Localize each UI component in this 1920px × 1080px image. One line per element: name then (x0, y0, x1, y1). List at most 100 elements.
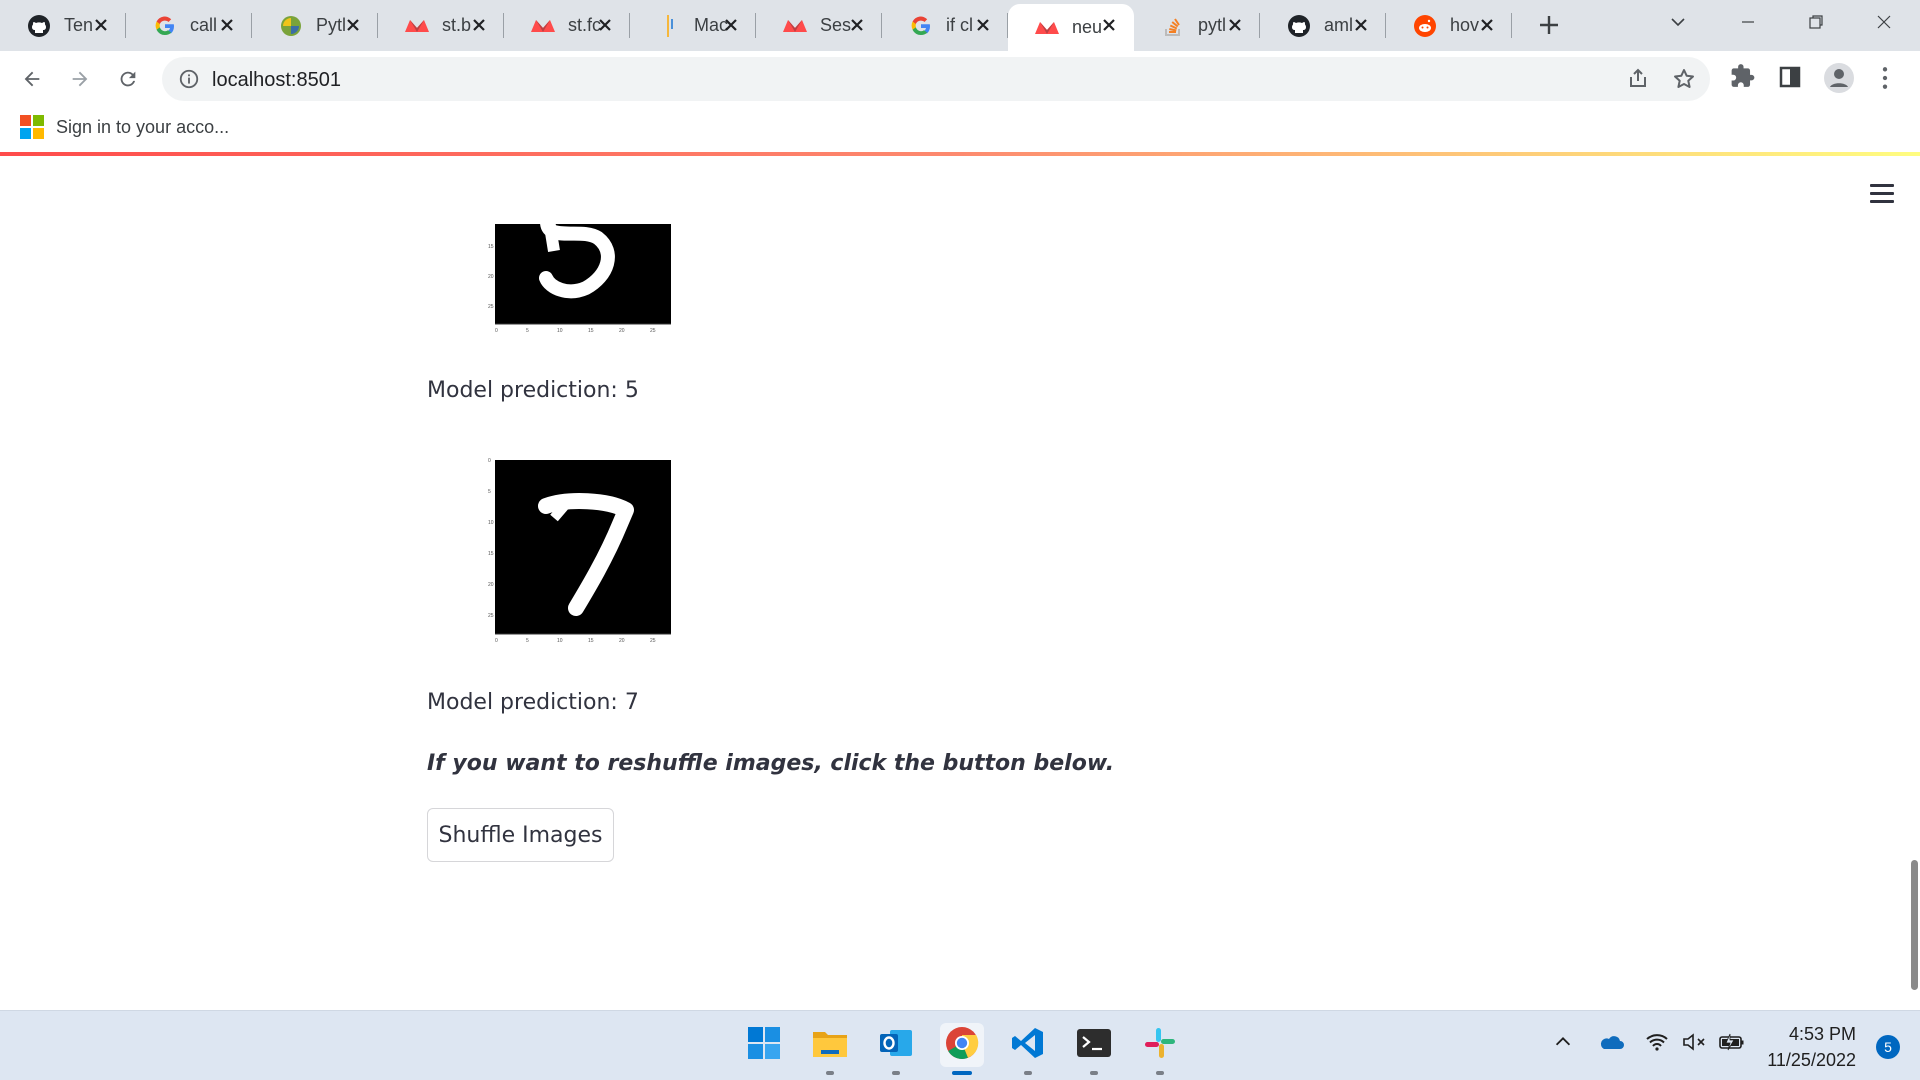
main-menu-icon[interactable] (1870, 184, 1896, 204)
restore-icon[interactable] (1786, 0, 1846, 44)
bookmark-icon (656, 13, 682, 39)
share-icon[interactable] (1626, 67, 1650, 96)
running-indicator (1024, 1071, 1032, 1075)
browser-tab[interactable]: Ten (0, 0, 126, 51)
battery-charging-icon[interactable] (1718, 1031, 1746, 1058)
close-tab-icon[interactable] (972, 14, 994, 36)
slack-taskbar-button[interactable] (1138, 1023, 1182, 1075)
vscode-taskbar-button[interactable] (1006, 1023, 1050, 1075)
new-tab-plus-icon[interactable] (1536, 12, 1562, 38)
arrow-right-icon (72, 71, 88, 87)
windows-start-taskbar-button[interactable] (742, 1023, 786, 1067)
y-tick-label: 0 (488, 458, 491, 464)
vscode-icon (1011, 1026, 1045, 1065)
url-text[interactable]: localhost:8501 (212, 69, 341, 92)
bookmarks-bar: Sign in to your acco... (0, 107, 1920, 152)
browser-tab[interactable]: Mac (630, 0, 756, 51)
github-icon (26, 13, 52, 39)
y-tick-label: 15 (488, 244, 494, 250)
browser-tab[interactable]: call (126, 0, 252, 51)
scrollbar-thumb[interactable] (1911, 860, 1918, 990)
clock-date: 11/25/2022 (1767, 1050, 1856, 1070)
streamlit-icon (530, 13, 556, 39)
microsoft-logo-icon (20, 115, 44, 139)
outlook-taskbar-button[interactable] (874, 1023, 918, 1075)
prediction-text-2: Model prediction: 7 (427, 690, 639, 715)
x-tick-label: 25 (650, 328, 656, 334)
reload-icon (120, 71, 136, 87)
close-tab-icon[interactable] (342, 14, 364, 36)
browser-tab[interactable]: neu (1008, 4, 1134, 51)
bookmark-sign-in[interactable]: Sign in to your acco... (20, 115, 229, 139)
extensions-icon[interactable] (1730, 63, 1756, 94)
running-indicator (952, 1071, 972, 1075)
close-tab-icon[interactable] (1224, 14, 1246, 36)
terminal-taskbar-button[interactable] (1072, 1023, 1116, 1075)
y-tick-label: 15 (488, 551, 494, 557)
browser-tab[interactable]: st.fc (504, 0, 630, 51)
system-clock[interactable]: 4:53 PM 11/25/2022 (1767, 1021, 1856, 1073)
x-tick-label: 15 (588, 638, 594, 644)
slack-icon (1143, 1026, 1177, 1065)
x-tick-label: 15 (588, 328, 594, 334)
github-icon (1286, 13, 1312, 39)
x-tick-label: 0 (495, 638, 498, 644)
show-hidden-icons-chevron-icon[interactable] (1552, 1031, 1574, 1058)
shuffle-images-button[interactable]: Shuffle Images (427, 808, 614, 862)
forward-button[interactable] (64, 63, 96, 95)
bookmark-star-icon[interactable] (1672, 67, 1696, 96)
browser-tab[interactable]: Pytl (252, 0, 378, 51)
browser-tab[interactable]: aml (1260, 0, 1386, 51)
streamlit-icon (1034, 15, 1060, 41)
arrow-left-icon (24, 71, 40, 87)
reload-button[interactable] (112, 63, 144, 95)
profile-avatar-icon[interactable] (1823, 62, 1855, 99)
page-scrollbar[interactable] (1908, 156, 1920, 1010)
close-tab-icon[interactable] (846, 14, 868, 36)
wifi-icon[interactable] (1645, 1031, 1669, 1058)
kebab-menu-icon[interactable] (1878, 65, 1892, 96)
running-indicator (826, 1071, 834, 1075)
x-tick-label: 25 (650, 638, 656, 644)
reshuffle-instruction: If you want to reshuffle images, click t… (427, 751, 1115, 776)
chrome-taskbar-button[interactable] (940, 1023, 984, 1075)
python-icon (278, 13, 304, 39)
close-tab-icon[interactable] (90, 14, 112, 36)
side-panel-icon[interactable] (1778, 65, 1802, 94)
address-bar[interactable]: localhost:8501 (162, 57, 1710, 101)
running-indicator (1090, 1071, 1098, 1075)
close-tab-icon[interactable] (468, 14, 490, 36)
close-tab-icon[interactable] (594, 14, 616, 36)
browser-tab[interactable]: hov (1386, 0, 1512, 51)
speaker-muted-icon[interactable] (1682, 1031, 1708, 1058)
close-tab-icon[interactable] (1476, 14, 1498, 36)
browser-tab[interactable]: pytl (1134, 0, 1260, 51)
tab-search-chevron-icon[interactable] (1648, 0, 1708, 44)
y-tick-label: 20 (488, 582, 494, 588)
digit-five-image (495, 207, 671, 325)
clock-time: 4:53 PM (1788, 1024, 1856, 1044)
streamlit-icon (782, 13, 808, 39)
close-tab-icon[interactable] (1098, 14, 1120, 36)
reddit-icon (1412, 13, 1438, 39)
prediction-text-1: Model prediction: 5 (427, 378, 639, 403)
file-explorer-taskbar-button[interactable] (808, 1023, 852, 1075)
onedrive-icon[interactable] (1598, 1031, 1624, 1058)
stackoverflow-icon (1160, 13, 1186, 39)
window-close-icon[interactable] (1854, 0, 1914, 44)
browser-tab[interactable]: st.b (378, 0, 504, 51)
close-tab-icon[interactable] (720, 14, 742, 36)
notification-badge[interactable]: 5 (1876, 1035, 1900, 1059)
windows-start-icon (747, 1026, 781, 1065)
y-tick-label: 20 (488, 274, 494, 280)
y-tick-label: 5 (488, 489, 491, 495)
browser-tab[interactable]: if cl (882, 0, 1008, 51)
site-info-icon[interactable] (178, 68, 200, 95)
minimize-icon[interactable] (1718, 0, 1778, 44)
close-tab-icon[interactable] (1350, 14, 1372, 36)
browser-tab[interactable]: Ses (756, 0, 882, 51)
digit-image-1: 15 20 25 0 5 10 15 20 25 (488, 156, 678, 336)
x-tick-label: 10 (557, 638, 563, 644)
back-button[interactable] (16, 63, 48, 95)
close-tab-icon[interactable] (216, 14, 238, 36)
